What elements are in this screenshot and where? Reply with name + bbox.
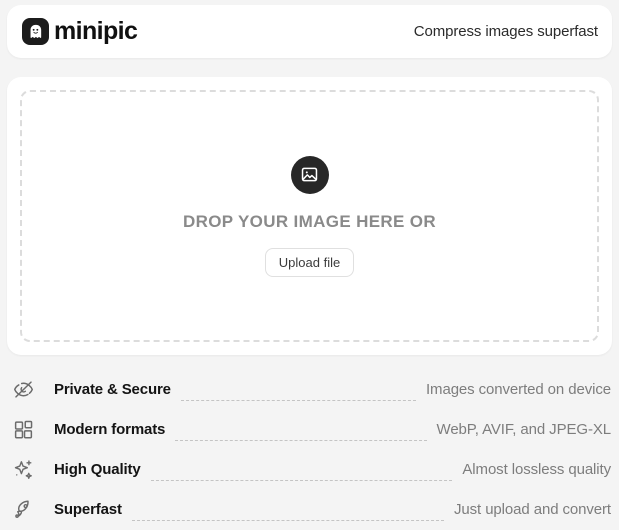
feature-label: High Quality bbox=[54, 460, 141, 478]
blocks-grid-icon bbox=[12, 418, 34, 440]
dropzone-card: DROP YOUR IMAGE HERE OR Upload file bbox=[7, 77, 612, 355]
image-placeholder-icon bbox=[290, 155, 329, 194]
feature-connector bbox=[150, 479, 453, 481]
upload-file-button[interactable]: Upload file bbox=[264, 247, 355, 277]
ghost-icon bbox=[22, 18, 49, 45]
feature-connector bbox=[175, 439, 427, 441]
rocket-icon bbox=[12, 498, 34, 520]
header-card: minipic Compress images superfast bbox=[7, 5, 612, 58]
feature-value: WebP, AVIF, and JPEG-XL bbox=[436, 420, 612, 438]
brand[interactable]: minipic bbox=[22, 17, 138, 45]
feature-label: Modern formats bbox=[54, 420, 166, 438]
feature-value: Almost lossless quality bbox=[462, 460, 611, 478]
header-tagline: Compress images superfast bbox=[413, 23, 598, 40]
feature-row: High Quality Almost lossless quality bbox=[8, 449, 611, 489]
dropzone-prompt: DROP YOUR IMAGE HERE OR bbox=[182, 211, 436, 231]
feature-row: Private & Secure Images converted on dev… bbox=[8, 369, 611, 409]
feature-connector bbox=[180, 399, 416, 401]
brand-name: minipic bbox=[54, 17, 138, 45]
image-dropzone[interactable]: DROP YOUR IMAGE HERE OR Upload file bbox=[20, 90, 599, 342]
feature-label: Private & Secure bbox=[54, 380, 171, 398]
sparkles-icon bbox=[12, 458, 34, 480]
feature-value: Images converted on device bbox=[425, 380, 611, 398]
eye-off-icon bbox=[12, 378, 34, 400]
feature-row: Modern formats WebP, AVIF, and JPEG-XL bbox=[8, 409, 611, 449]
feature-row: Superfast Just upload and convert bbox=[8, 489, 611, 529]
feature-value: Just upload and convert bbox=[454, 500, 611, 518]
feature-list: Private & Secure Images converted on dev… bbox=[7, 369, 612, 529]
feature-label: Superfast bbox=[54, 500, 122, 518]
app-root: minipic Compress images superfast DROP Y… bbox=[0, 5, 619, 530]
feature-connector bbox=[131, 519, 445, 521]
